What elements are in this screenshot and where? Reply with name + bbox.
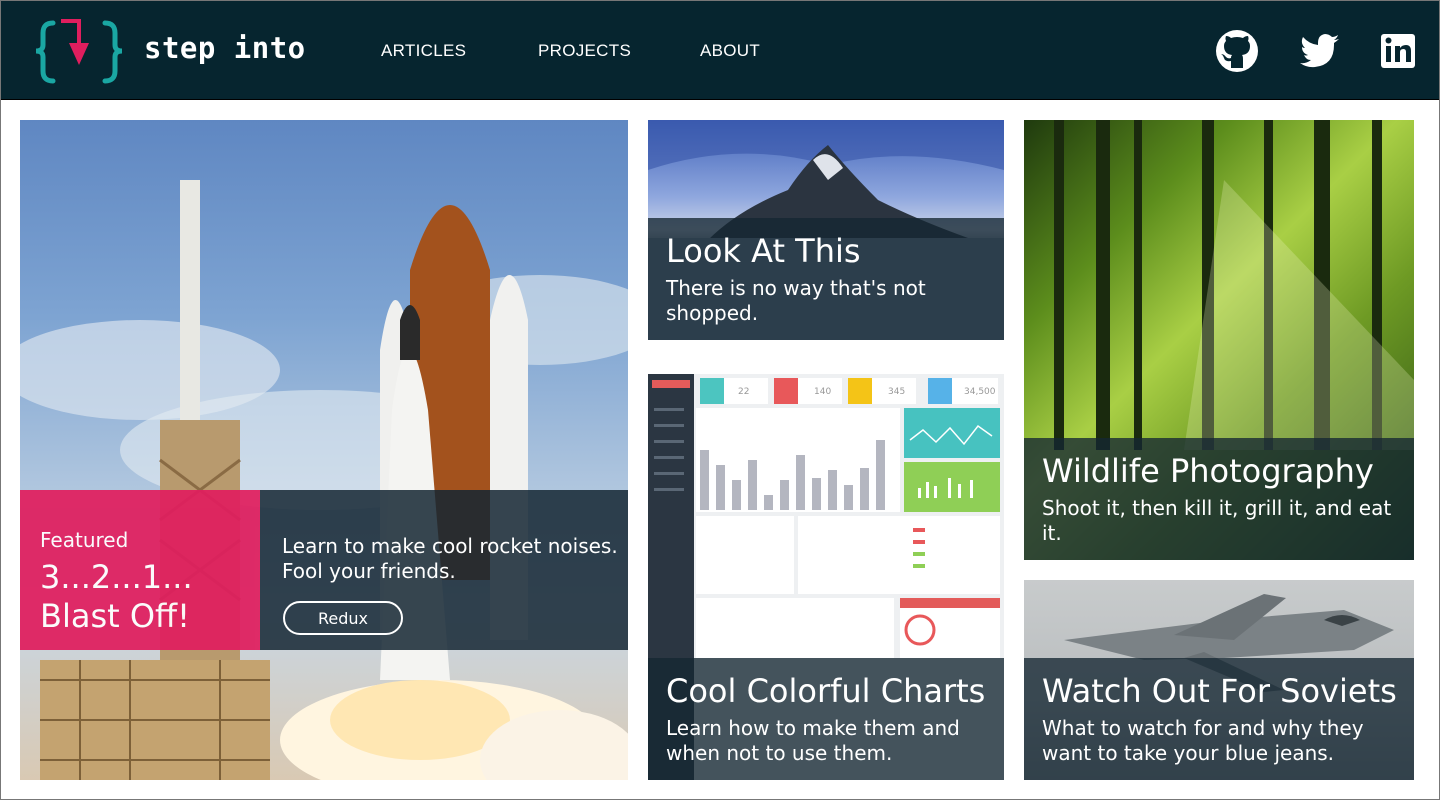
step-into-logo-icon[interactable] [31, 15, 127, 87]
nav-projects[interactable]: PROJECTS [538, 41, 631, 61]
site-header: step into ARTICLES PROJECTS ABOUT [0, 0, 1440, 100]
featured-kicker: Featured [40, 528, 129, 552]
featured-description-block: Learn to make cool rocket noises. Fool y… [260, 490, 628, 650]
tile-subtitle: What to watch for and why they want to t… [1042, 716, 1364, 765]
tile-subtitle: There is no way that's not shopped. [666, 276, 926, 325]
nav-articles[interactable]: ARTICLES [381, 41, 466, 61]
stat-value: 34,500 [964, 387, 996, 397]
space-shuttle-launch-image [20, 180, 628, 780]
tile-title[interactable]: Watch Out For Soviets [1042, 672, 1414, 710]
featured-label-block: Featured 3...2...1... Blast Off! [20, 490, 260, 650]
tile-caption: Wildlife Photography Shoot it, then kill… [1024, 438, 1414, 560]
tile-title[interactable]: Wildlife Photography [1042, 452, 1414, 490]
stat-value: 345 [888, 387, 905, 397]
brand-name[interactable]: step into [144, 31, 306, 65]
tile-title[interactable]: Look At This [666, 232, 1004, 270]
tile-subtitle: Learn how to make them and when not to u… [666, 716, 960, 765]
featured-description: Learn to make cool rocket noises. Fool y… [282, 534, 618, 583]
twitter-icon[interactable] [1297, 28, 1343, 74]
article-tile-look-at-this[interactable]: Look At This There is no way that's not … [648, 120, 1004, 340]
tile-caption: Look At This There is no way that's not … [648, 218, 1004, 340]
tile-caption: Cool Colorful Charts Learn how to make t… [648, 658, 1004, 780]
tile-title[interactable]: Cool Colorful Charts [666, 672, 1004, 710]
featured-title[interactable]: 3...2...1... Blast Off! [40, 558, 260, 636]
tile-subtitle: Shoot it, then kill it, grill it, and ea… [1042, 496, 1392, 545]
article-tile-wildlife-photography[interactable]: Wildlife Photography Shoot it, then kill… [1024, 120, 1414, 560]
nav-about[interactable]: ABOUT [700, 41, 760, 61]
article-tile-watch-out-for-soviets[interactable]: Watch Out For Soviets What to watch for … [1024, 580, 1414, 780]
stat-value: 22 [738, 387, 749, 397]
redux-button[interactable]: Redux [283, 601, 403, 635]
linkedin-icon[interactable] [1377, 28, 1423, 74]
featured-article-tile[interactable]: Featured 3...2...1... Blast Off! Learn t… [20, 120, 628, 780]
article-tile-cool-colorful-charts[interactable]: 22 140 345 34,500 Cool Colorful Charts L… [648, 360, 1004, 780]
tile-caption: Watch Out For Soviets What to watch for … [1024, 658, 1414, 780]
github-icon[interactable] [1214, 28, 1260, 74]
stat-value: 140 [814, 387, 831, 397]
